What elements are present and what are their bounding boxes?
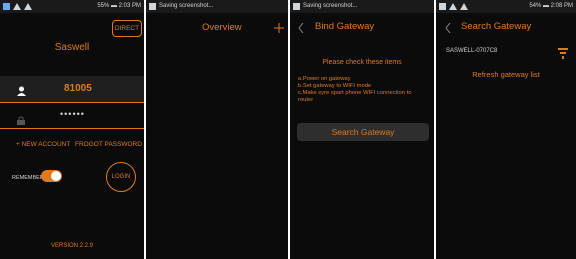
username-row[interactable]: 81005 xyxy=(0,76,144,103)
direct-button-label: DIRECT xyxy=(114,25,140,32)
search-gateway-screen: 54% ▬ 2:08 PM Search Gateway SASWELL-070… xyxy=(436,0,576,259)
status-bar: 55% ▬ 2:03 PM xyxy=(0,0,144,13)
forgot-password-link[interactable]: FROGOT PASSWORD xyxy=(75,141,142,148)
status-bar: 54% ▬ 2:08 PM xyxy=(436,0,576,13)
lock-icon xyxy=(17,112,25,125)
check-title: Please check these items xyxy=(322,59,402,66)
login-screen: 55% ▬ 2:03 PM DIRECT Saswell 81005 •••••… xyxy=(0,0,144,259)
warning-icon xyxy=(24,3,32,10)
remember-toggle[interactable] xyxy=(41,170,62,182)
image-icon xyxy=(149,3,156,10)
status-bar: Saving screenshot... xyxy=(290,0,434,13)
toggle-knob xyxy=(51,171,61,181)
status-left: Saving screenshot... xyxy=(159,3,214,9)
page-title: Overview xyxy=(202,22,242,33)
search-gateway-button[interactable]: Search Gateway xyxy=(297,123,429,141)
direct-button[interactable]: DIRECT xyxy=(112,20,142,37)
bind-gateway-screen: Saving screenshot... Bind Gateway Please… xyxy=(290,0,434,259)
status-right: 54% ▬ 2:08 PM xyxy=(529,3,573,9)
status-left: Saving screenshot... xyxy=(303,3,358,9)
login-button[interactable]: LOGIN xyxy=(106,162,136,192)
search-gateway-label: Search Gateway xyxy=(331,127,395,137)
warning-icon xyxy=(449,3,457,10)
check-item: c.Make syre spart phone WIFI connection … xyxy=(298,90,412,103)
overview-screen: Saving screenshot... Overview xyxy=(146,0,288,259)
wifi-signal-icon xyxy=(558,46,568,59)
check-list: a.Power on gateway b.Set gateway to WIFI… xyxy=(298,76,428,104)
notification-icon xyxy=(3,3,10,10)
login-button-label: LOGIN xyxy=(111,174,131,180)
back-icon[interactable] xyxy=(298,20,304,34)
image-icon xyxy=(439,3,446,10)
plus-icon[interactable] xyxy=(274,20,284,33)
status-bar: Saving screenshot... xyxy=(146,0,288,13)
warning-icon xyxy=(460,3,468,10)
new-account-link[interactable]: + NEW ACCOUNT xyxy=(16,141,70,148)
image-icon xyxy=(293,3,300,10)
check-item: b.Set gateway to WIFI mode xyxy=(298,83,372,89)
user-icon xyxy=(17,83,26,96)
check-item: a.Power on gateway xyxy=(298,76,351,82)
remember-label: REMEMBER xyxy=(12,175,44,181)
gateway-id: SASWELL-0707C8 xyxy=(446,48,498,54)
page-title: Bind Gateway xyxy=(315,21,375,32)
status-right: 55% ▬ 2:03 PM xyxy=(97,3,141,9)
refresh-gateway-link[interactable]: Refresh gateway list xyxy=(436,70,576,79)
back-icon[interactable] xyxy=(445,20,451,34)
username-input[interactable]: 81005 xyxy=(64,83,92,94)
app-title: Saswell xyxy=(54,42,90,53)
warning-icon xyxy=(13,3,21,10)
password-input[interactable]: •••••• xyxy=(60,109,85,119)
version-label: VERSION 2.2.9 xyxy=(50,243,94,249)
gateway-list-item[interactable]: SASWELL-0707C8 xyxy=(436,44,576,62)
page-title: Search Gateway xyxy=(461,21,532,32)
password-row[interactable]: •••••• xyxy=(0,106,144,129)
